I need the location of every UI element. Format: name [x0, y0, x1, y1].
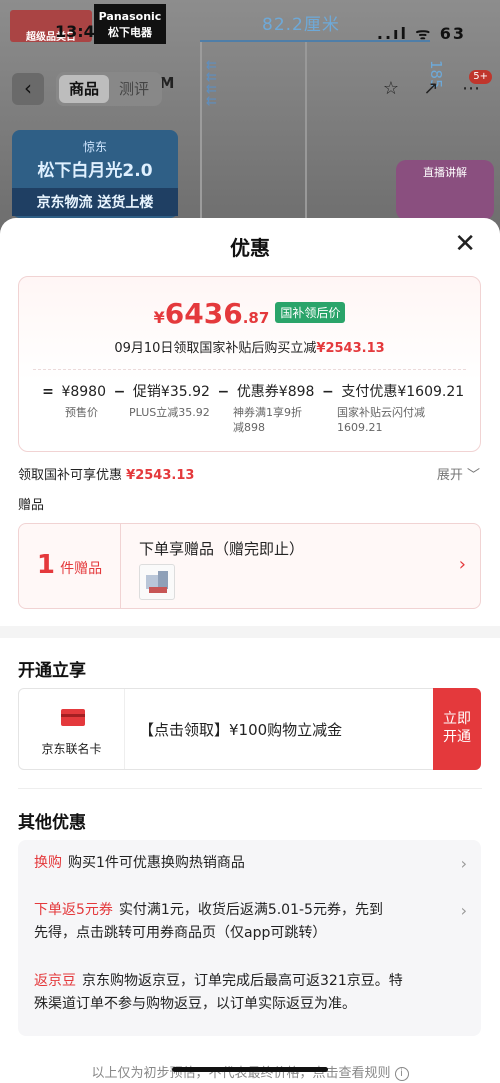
list-item[interactable]: 换购 购买1件可优惠换购热销商品 — [34, 852, 447, 875]
coupon-note: 神券满1享9折 减898 — [233, 406, 302, 434]
product-tabs: 商品 测评 — [56, 72, 163, 106]
cobrand-card-offer: 京东联名卡 【点击领取】¥100购物立减金 立即 开通 — [18, 688, 481, 770]
pay-note: 国家补贴云闪付减 1609.21 — [337, 406, 425, 434]
back-button[interactable]: ‹ — [12, 73, 44, 105]
gift-count: 1 件赠品 — [19, 524, 121, 608]
price-subtitle: 09月10日领取国家补贴后购买立减¥2543.13 — [114, 341, 385, 356]
open-card-button[interactable]: 立即 开通 — [433, 688, 481, 770]
star-icon[interactable]: ☆ — [376, 74, 406, 104]
gift-card[interactable]: 1 件赠品 下单享赠品（赠完即止） › — [18, 523, 481, 609]
chevron-right-icon: › — [458, 554, 466, 575]
status-time: 13:4 — [55, 22, 95, 41]
final-price: ¥6436.87 国补领后价 — [19, 297, 480, 330]
status-icons: ..ıl ᯤ 63 — [376, 24, 466, 43]
open-heading: 开通立享 — [18, 661, 86, 681]
tab-product[interactable]: 商品 — [59, 75, 110, 103]
sheet-title: 优惠 — [230, 236, 270, 260]
list-item: 返京豆 京东购物返京豆，订单完成后最高可返321京豆。特 殊渠道订单不参与购物返豆… — [34, 973, 403, 1012]
width-measurement: 82.2厘米 — [262, 15, 340, 35]
tab-review[interactable]: 测评 — [109, 75, 159, 103]
price-tag-badge: 国补领后价 — [275, 302, 346, 323]
discount-sheet: 优惠 ✕ ¥6436.87 国补领后价 09月10日领取国家补贴后购买立减¥254… — [0, 218, 500, 1083]
expand-button[interactable]: 展开 ﹀ — [437, 464, 480, 483]
chevron-right-icon: › — [460, 901, 467, 920]
chevron-right-icon: › — [460, 854, 467, 873]
promo-discount: 促销¥35.92 — [132, 384, 210, 400]
message-badge: 5+ — [469, 70, 492, 84]
pay-discount: 支付优惠¥1609.21 — [341, 384, 465, 400]
chevron-left-icon: ‹ — [24, 76, 32, 100]
card-offer-text: 【点击领取】¥100购物立减金 — [139, 721, 343, 739]
list-item[interactable]: 下单返5元券 实付满1元，收货后返满5.01-5元券，先到 先得，点击跳转可用券商… — [34, 899, 447, 945]
gift-thumbnail — [139, 564, 175, 600]
card-label: 京东联名卡 — [41, 742, 102, 756]
live-banner: 直播讲解 — [396, 160, 494, 220]
other-offers: 换购 购买1件可优惠换购热销商品 › 下单返5元券 实付满1元，收货后返满5.01-… — [18, 840, 481, 1036]
other-heading: 其他优惠 — [18, 813, 86, 833]
presale-price: ¥8980 — [61, 384, 106, 400]
arrows-icon: ⇇ ⇇ ⇇ ⇇ — [206, 58, 217, 109]
info-icon: i — [394, 1067, 409, 1081]
home-indicator — [172, 1067, 328, 1072]
presale-note: 预售价 — [65, 406, 98, 419]
gift-text: 下单享赠品（赠完即止） — [139, 540, 305, 558]
brand-logo-panasonic: Panasonic 松下电器 — [94, 4, 166, 44]
gift-heading: 赠品 — [18, 498, 45, 513]
gov-subsidy-row: 领取国补可享优惠 ¥2543.13 — [18, 468, 195, 483]
price-card: ¥6436.87 国补领后价 09月10日领取国家补贴后购买立减¥2543.13 … — [18, 276, 481, 452]
credit-card-icon — [61, 709, 85, 726]
close-icon[interactable]: ✕ — [454, 230, 476, 258]
share-icon[interactable]: ↗ — [416, 74, 446, 104]
promo-banner: 惊东 松下白月光2.0 京东物流 送货上楼 — [12, 130, 178, 218]
price-formula: = ¥8980 − 促销¥35.92 − 优惠券¥898 − 支付优惠¥1609… — [42, 384, 465, 400]
promo-note: PLUS立减35.92 — [129, 406, 210, 419]
coupon-discount: 优惠券¥898 — [236, 384, 315, 400]
